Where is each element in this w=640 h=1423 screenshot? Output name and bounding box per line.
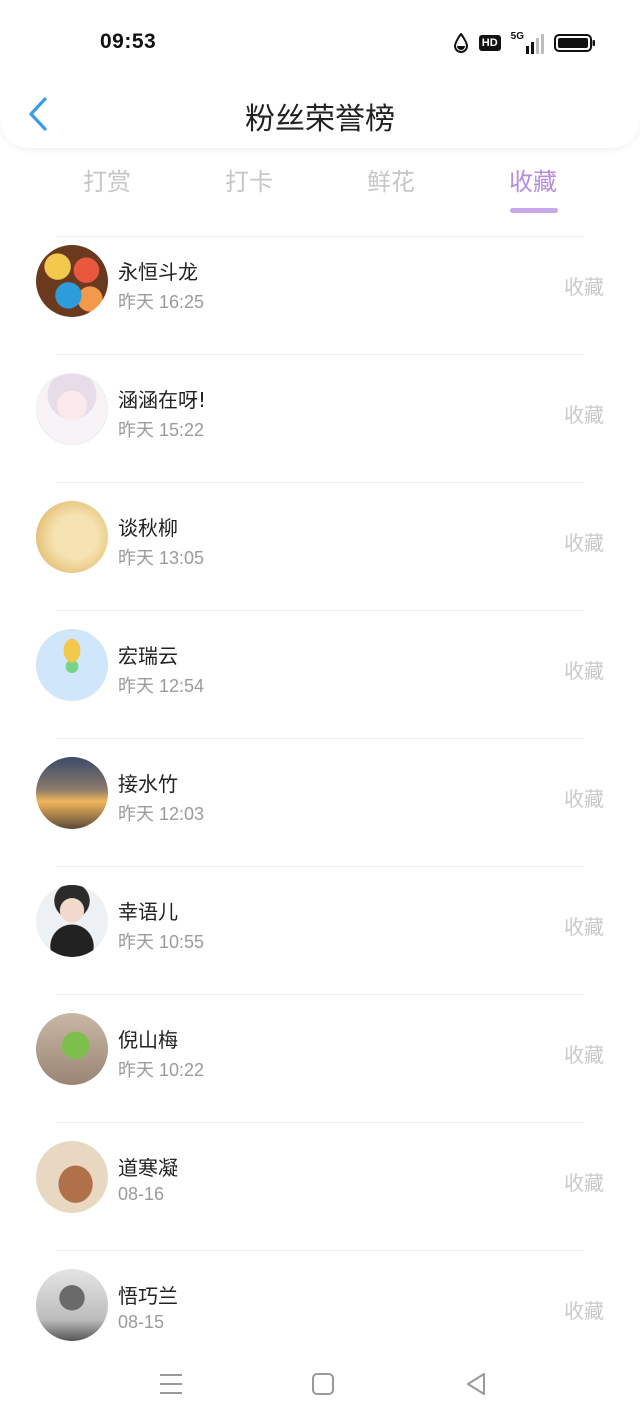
- favorite-label: 收藏: [564, 659, 604, 683]
- avatar: [36, 1269, 108, 1341]
- avatar: [36, 629, 108, 701]
- favorite-time: 昨天 16:25: [118, 292, 205, 312]
- user-name: 倪山梅: [118, 1028, 178, 1052]
- signal-icon: 5G: [511, 32, 544, 54]
- row-divider: [56, 1250, 584, 1251]
- avatar: [36, 757, 108, 829]
- user-name: 接水竹: [118, 772, 178, 796]
- system-nav-bar: [0, 1360, 640, 1423]
- home-button[interactable]: [303, 1368, 343, 1400]
- list-item[interactable]: 接水竹 昨天 12:03 收藏: [0, 738, 640, 866]
- favorite-label: 收藏: [564, 1299, 604, 1323]
- nav-bar: 粉丝荣誉榜: [0, 86, 640, 142]
- favorite-time: 昨天 10:55: [118, 932, 205, 952]
- favorite-time: 昨天 13:05: [118, 548, 205, 568]
- battery-icon: [554, 34, 595, 52]
- favorite-label: 收藏: [564, 1171, 604, 1195]
- tab-bar: 打赏 打卡 鲜花 收藏: [0, 162, 640, 218]
- list-item[interactable]: 幸语儿 昨天 10:55 收藏: [0, 866, 640, 994]
- row-divider: [56, 866, 584, 867]
- tab-favorites-label: 收藏: [509, 168, 557, 196]
- favorite-label: 收藏: [564, 403, 604, 427]
- hd-badge: HD: [478, 35, 501, 51]
- row-divider: [56, 994, 584, 995]
- avatar: [36, 1141, 108, 1213]
- network-type-label: 5G: [510, 31, 524, 42]
- user-name: 道寒凝: [118, 1156, 178, 1180]
- user-name: 悟巧兰: [118, 1284, 178, 1308]
- favorite-label: 收藏: [564, 275, 604, 299]
- active-tab-indicator: [510, 208, 558, 213]
- drop-icon: [453, 33, 468, 53]
- tab-favorites[interactable]: 收藏: [473, 162, 593, 218]
- avatar: [36, 245, 108, 317]
- row-divider: [56, 482, 584, 483]
- status-time: 09:53: [100, 30, 157, 53]
- status-bar: 09:53 HD 5G: [0, 0, 640, 86]
- avatar: [36, 885, 108, 957]
- list-item[interactable]: 宏瑞云 昨天 12:54 收藏: [0, 610, 640, 738]
- user-name: 幸语儿: [118, 900, 178, 924]
- favorite-label: 收藏: [564, 915, 604, 939]
- user-name: 宏瑞云: [118, 644, 178, 668]
- avatar: [36, 373, 108, 445]
- row-divider: [56, 354, 584, 355]
- back-nav-button[interactable]: [456, 1368, 496, 1400]
- user-name: 永恒斗龙: [118, 260, 198, 284]
- row-divider: [56, 738, 584, 739]
- fan-list: 永恒斗龙 昨天 16:25 收藏 涵涵在呀! 昨天 15:22 收藏 谈秋柳 昨…: [0, 236, 640, 1378]
- favorite-time: 昨天 12:54: [118, 676, 205, 696]
- tab-reward[interactable]: 打赏: [47, 162, 167, 218]
- favorite-time: 昨天 10:22: [118, 1060, 205, 1080]
- favorite-time: 昨天 12:03: [118, 804, 205, 824]
- favorite-time: 08-16: [118, 1184, 165, 1204]
- favorite-label: 收藏: [564, 531, 604, 555]
- page-title: 粉丝荣誉榜: [245, 102, 395, 137]
- tab-flowers[interactable]: 鲜花: [331, 162, 451, 218]
- menu-button[interactable]: [151, 1368, 191, 1400]
- triangle-back-icon: [467, 1373, 485, 1395]
- row-divider: [56, 610, 584, 611]
- favorite-time: 08-15: [118, 1312, 165, 1332]
- list-item[interactable]: 永恒斗龙 昨天 16:25 收藏: [0, 236, 640, 354]
- home-square-icon: [312, 1373, 334, 1395]
- status-icons: HD 5G: [453, 30, 596, 56]
- header-card: 09:53 HD 5G 粉丝荣誉榜: [0, 0, 640, 148]
- list-item[interactable]: 道寒凝 08-16 收藏: [0, 1122, 640, 1250]
- user-name: 涵涵在呀!: [118, 388, 207, 412]
- favorite-time: 昨天 15:22: [118, 420, 205, 440]
- favorite-label: 收藏: [564, 1043, 604, 1067]
- favorite-label: 收藏: [564, 787, 604, 811]
- list-item[interactable]: 悟巧兰 08-15 收藏: [0, 1250, 640, 1378]
- avatar: [36, 1013, 108, 1085]
- menu-icon: [160, 1374, 182, 1394]
- avatar: [36, 501, 108, 573]
- row-divider: [56, 1122, 584, 1123]
- list-item[interactable]: 涵涵在呀! 昨天 15:22 收藏: [0, 354, 640, 482]
- list-item[interactable]: 倪山梅 昨天 10:22 收藏: [0, 994, 640, 1122]
- row-divider: [56, 236, 584, 237]
- user-name: 谈秋柳: [118, 516, 178, 540]
- list-item[interactable]: 谈秋柳 昨天 13:05 收藏: [0, 482, 640, 610]
- tab-checkin[interactable]: 打卡: [189, 162, 309, 218]
